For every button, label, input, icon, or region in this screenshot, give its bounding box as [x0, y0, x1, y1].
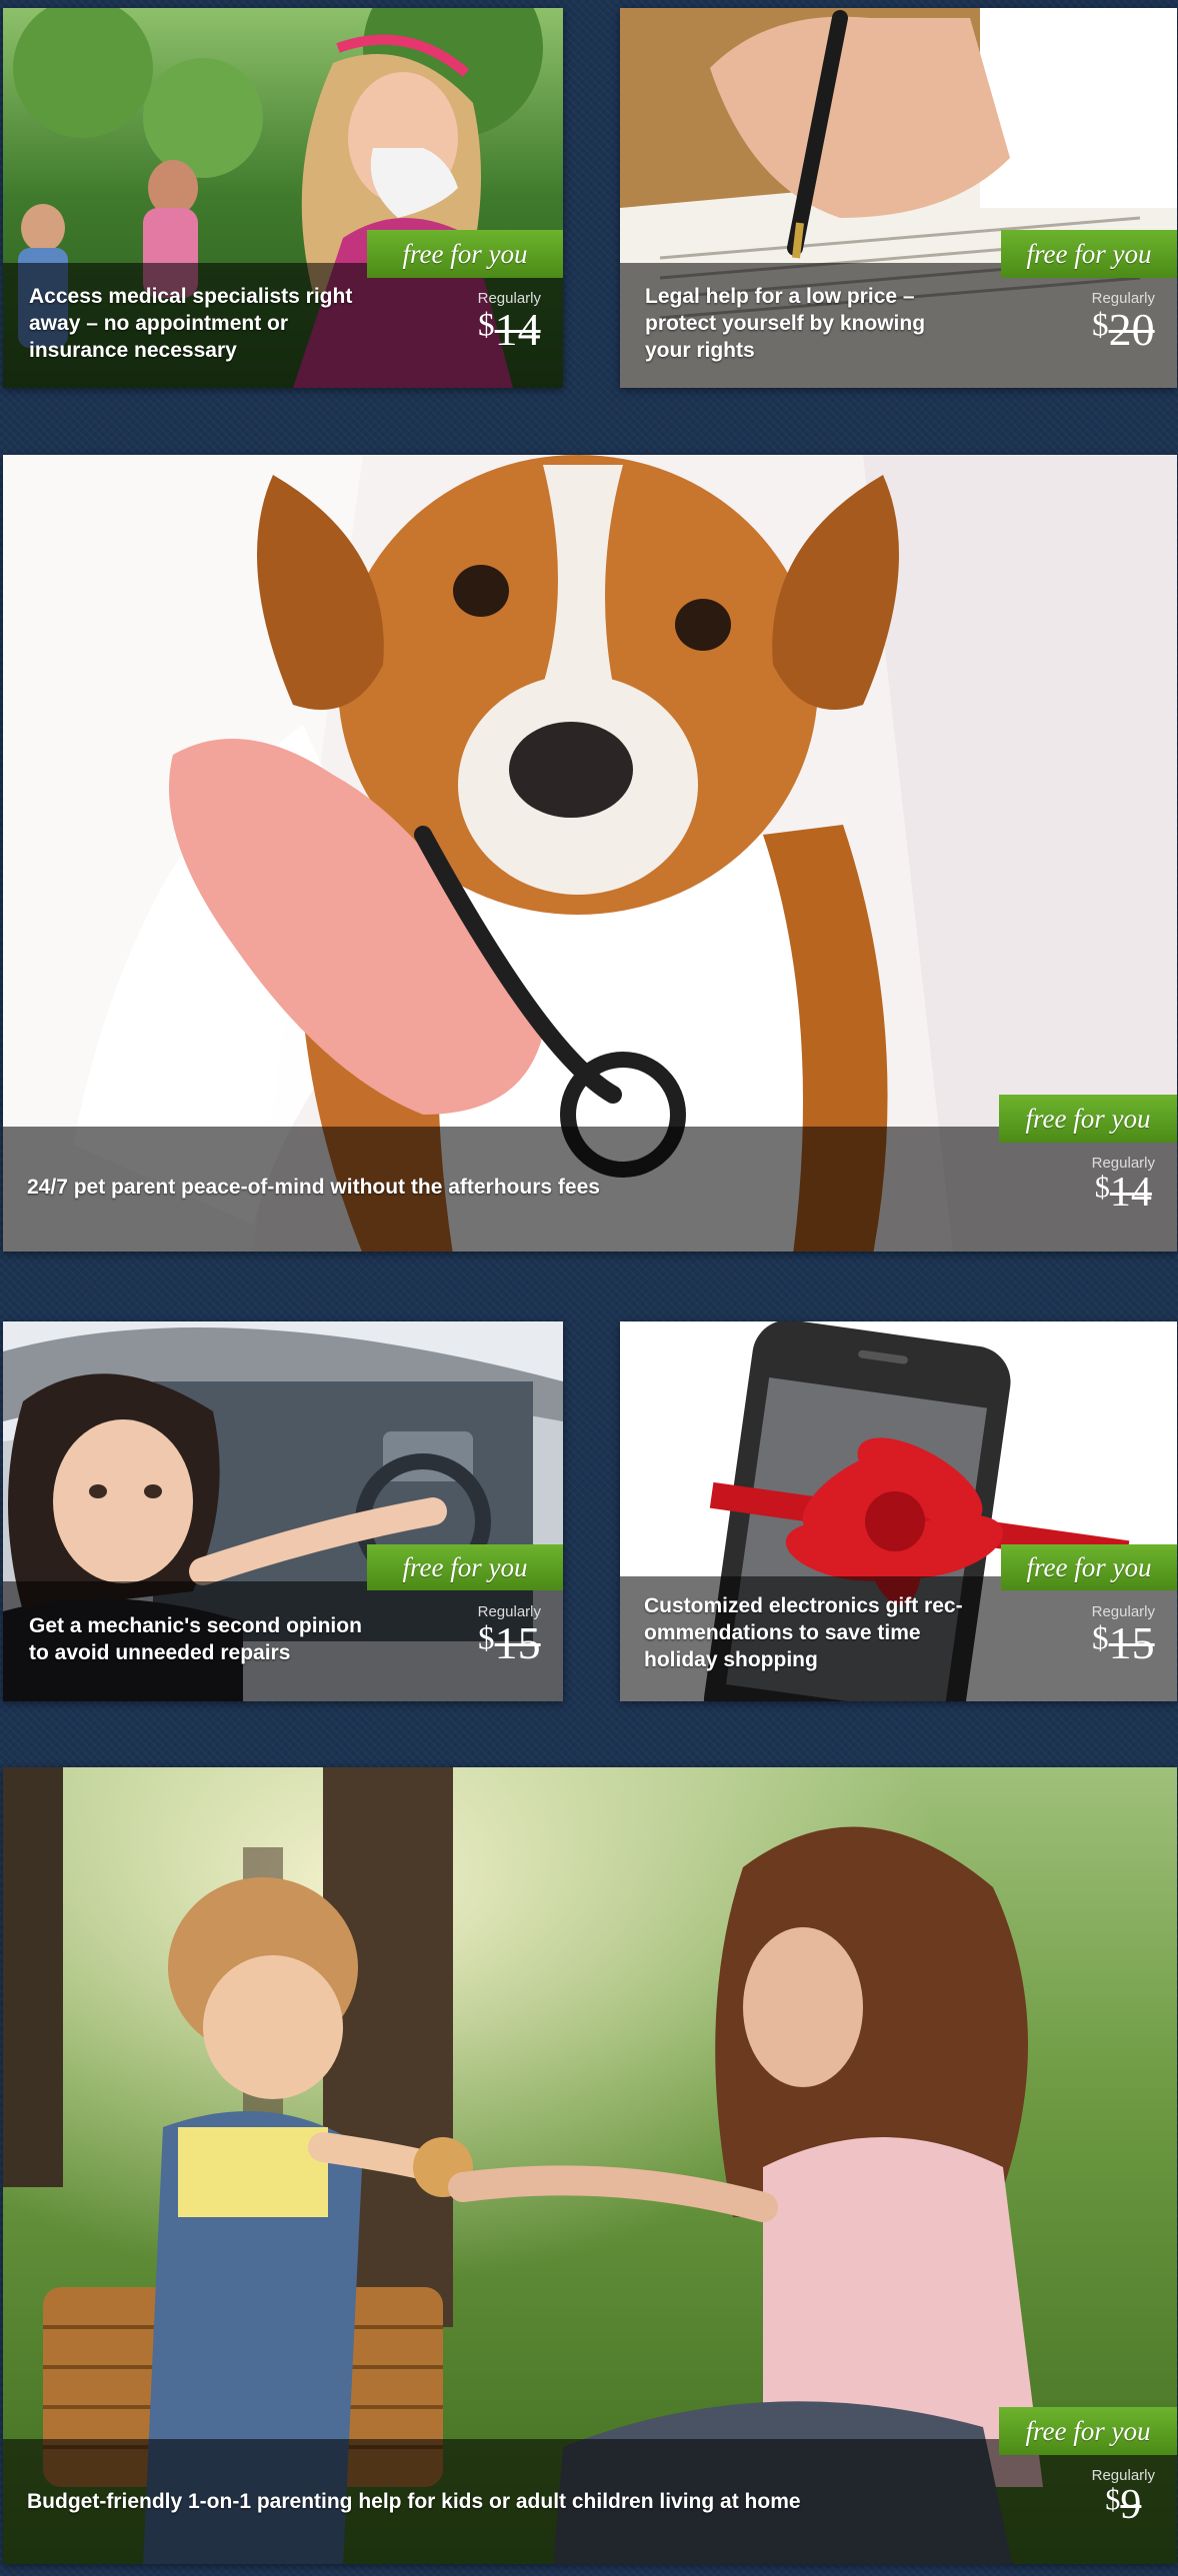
offer-card-legal[interactable]: free for you Legal help for a low price …: [620, 8, 1177, 388]
free-for-you-badge: free for you: [999, 1095, 1177, 1143]
caption-line: holiday shopping: [644, 1647, 818, 1671]
regular-price: Regularly $9: [1092, 2467, 1155, 2526]
offer-card-mechanic[interactable]: free for you Get a mechanic's second opi…: [3, 1321, 563, 1701]
parenting-caption: Budget-friendly 1-on-1 parenting help fo…: [27, 2489, 801, 2516]
caption-line: your rights: [645, 338, 755, 362]
regular-price: Regularly $20: [1092, 290, 1155, 353]
free-for-you-badge: free for you: [1001, 1544, 1177, 1590]
medical-caption: Access medical specialists right away – …: [29, 284, 352, 365]
caption-line: 24/7 pet parent peace-of-mind without th…: [27, 1176, 600, 1199]
badge-label: free for you: [402, 238, 528, 269]
caption-line: Get a mechanic's second opinion: [29, 1614, 362, 1637]
offer-card-electronics[interactable]: free for you Customized electronics gift…: [620, 1321, 1177, 1701]
regular-price: Regularly $14: [478, 290, 541, 353]
price-amount: 15: [494, 1617, 541, 1668]
offer-card-parenting[interactable]: free for you Budget-friendly 1-on-1 pare…: [3, 1767, 1177, 2564]
caption-line: away – no appointment or: [29, 311, 289, 335]
regular-price: Regularly $14: [1092, 1155, 1155, 1214]
currency-symbol: $: [478, 1619, 495, 1657]
offer-card-pet[interactable]: free for you 24/7 pet parent peace-of-mi…: [3, 455, 1177, 1252]
badge-label: free for you: [402, 1551, 528, 1582]
badge-label: free for you: [1026, 1551, 1152, 1582]
caption-line: insurance necessary: [29, 338, 237, 362]
free-for-you-badge: free for you: [367, 230, 563, 278]
pet-caption: 24/7 pet parent peace-of-mind without th…: [27, 1175, 600, 1202]
electronics-caption: Customized electronics gift rec- ommenda…: [644, 1593, 963, 1674]
regular-price: Regularly $15: [1092, 1603, 1155, 1666]
price-amount: 14: [494, 304, 541, 355]
badge-label: free for you: [1025, 1103, 1151, 1134]
price-amount: 14: [1109, 1170, 1152, 1216]
caption-line: Budget-friendly 1-on-1 parenting help fo…: [27, 2490, 801, 2513]
badge-label: free for you: [1026, 238, 1152, 269]
caption-line: Customized electronics gift rec-: [644, 1594, 963, 1617]
caption-line: Legal help for a low price –: [645, 285, 915, 308]
currency-symbol: $: [478, 306, 495, 344]
legal-caption: Legal help for a low price – protect you…: [645, 284, 925, 365]
caption-line: to avoid unneeded repairs: [29, 1640, 291, 1664]
free-for-you-badge: free for you: [1001, 230, 1177, 278]
mechanic-caption: Get a mechanic's second opinion to avoid…: [29, 1613, 362, 1667]
currency-symbol: $: [1094, 1170, 1110, 1205]
currency-symbol: $: [1092, 306, 1109, 344]
badge-label: free for you: [1025, 2415, 1151, 2446]
currency-symbol: $: [1105, 2482, 1121, 2517]
price-amount: 15: [1108, 1617, 1155, 1668]
price-amount: 20: [1108, 304, 1155, 355]
free-for-you-badge: free for you: [367, 1544, 563, 1590]
regular-price: Regularly $15: [478, 1603, 541, 1666]
offer-card-medical[interactable]: free for you Access medical specialists …: [3, 8, 563, 388]
caption-line: ommendations to save time: [644, 1620, 921, 1644]
price-amount: 9: [1120, 2482, 1142, 2528]
caption-line: protect yourself by knowing: [645, 311, 926, 335]
free-for-you-badge: free for you: [999, 2407, 1177, 2455]
caption-line: Access medical specialists right: [29, 285, 353, 308]
currency-symbol: $: [1092, 1619, 1109, 1657]
